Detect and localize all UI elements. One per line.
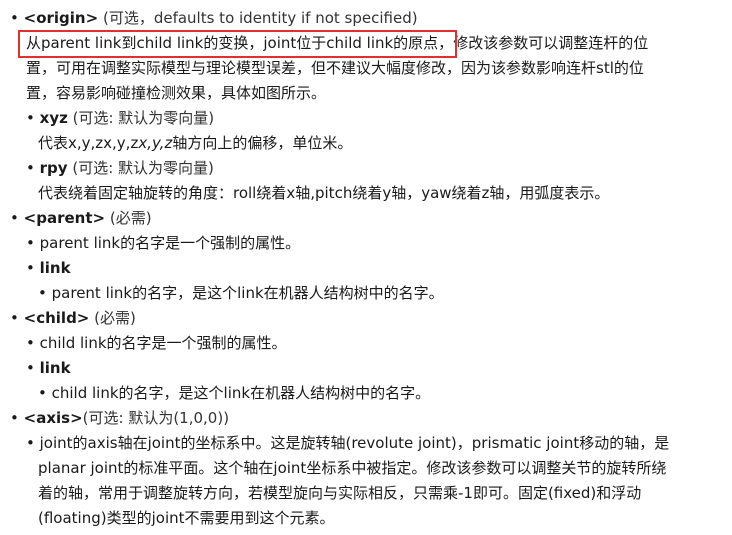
origin-note: (可选，defaults to identity if not specifie… (102, 9, 418, 27)
child-desc: • child link的名字是一个强制的属性。 (26, 332, 287, 354)
bullet: • (38, 284, 47, 302)
origin-desc-rest: 修改该参数可以调整连杆的位 (453, 34, 649, 52)
origin-desc-line2: 置，可用在调整实际模型与理论模型误差，但不建议大幅度修改，因为该参数影响连杆st… (26, 59, 644, 77)
xyz-name: xyz (39, 109, 68, 127)
origin-heading: • <origin> (可选，defaults to identity if n… (10, 7, 418, 29)
bullet: • (26, 234, 35, 252)
parent-link-desc: • parent link的名字，是这个link在机器人结构树中的名字。 (38, 282, 444, 304)
axis-note: (可选: 默认为(1,0,0)) (82, 409, 230, 427)
bullet: • (26, 259, 35, 277)
parent-link-desc-text: parent link的名字，是这个link在机器人结构树中的名字。 (51, 284, 444, 302)
bullet: • (26, 159, 35, 177)
axis-desc-line2: planar joint的标准平面。这个轴在joint坐标系中被指定。修改该参数… (38, 459, 667, 477)
parent-link-heading: • link (26, 257, 71, 279)
child-heading: • <child> (必需) (10, 307, 136, 329)
rpy-note: (可选: 默认为零向量) (72, 159, 214, 177)
axis-desc-line3: 着的轴，常用于调整旋转方向，若模型旋向与实际相反，只需乘-1即可。固定(fixe… (38, 484, 642, 502)
child-link-desc: • child link的名字，是这个link在机器人结构树中的名字。 (38, 382, 430, 404)
child-link-name: link (39, 359, 71, 377)
origin-tag: <origin> (23, 9, 99, 27)
xyz-heading: • xyz (可选: 默认为零向量) (26, 107, 214, 129)
bullet: • (26, 434, 35, 452)
parent-heading: • <parent> (必需) (10, 207, 152, 229)
origin-desc-line1: 从parent link到child link的变换，joint位于child … (26, 32, 648, 54)
child-link-heading: • link (26, 357, 71, 379)
parent-desc: • parent link的名字是一个强制的属性。 (26, 232, 300, 254)
xyz-desc-c: 轴方向上的偏移，单位米。 (172, 134, 353, 152)
bullet: • (26, 109, 35, 127)
origin-desc-line3: 置，容易影响碰撞检测效果，具体如图所示。 (26, 84, 327, 102)
rpy-heading: • rpy (可选: 默认为零向量) (26, 157, 214, 179)
child-tag: <child> (23, 309, 90, 327)
bullet: • (26, 359, 35, 377)
xyz-desc-b: x,y,z (138, 134, 173, 152)
parent-tag: <parent> (23, 209, 106, 227)
bullet: • (10, 9, 19, 27)
xyz-note: (可选: 默认为零向量) (72, 109, 215, 127)
axis-desc-line1: • joint的axis轴在joint的坐标系中。这是旋转轴(revolute … (26, 432, 669, 454)
axis-line1: joint的axis轴在joint的坐标系中。这是旋转轴(revolute jo… (39, 434, 670, 452)
bullet: • (10, 209, 19, 227)
parent-link-name: link (39, 259, 71, 277)
axis-heading: • <axis>(可选: 默认为(1,0,0)) (10, 407, 229, 429)
child-link-desc-text: child link的名字，是这个link在机器人结构树中的名字。 (51, 384, 431, 402)
child-note: (必需) (94, 309, 136, 327)
bullet: • (10, 409, 19, 427)
axis-tag: <axis> (23, 409, 83, 427)
xyz-desc-a: 代表x,y,zx,y,z (38, 134, 139, 152)
child-desc-text: child link的名字是一个强制的属性。 (39, 334, 287, 352)
xyz-desc: 代表x,y,zx,y,zx,y,z轴方向上的偏移，单位米。 (38, 132, 352, 154)
rpy-name: rpy (39, 159, 68, 177)
rpy-desc: 代表绕着固定轴旋转的角度：roll绕着x轴,pitch绕着y轴，yaw绕着z轴，… (38, 184, 610, 202)
bullet: • (26, 334, 35, 352)
origin-desc-highlighted: 从parent link到child link的变换，joint位于child … (26, 34, 454, 52)
parent-note: (必需) (109, 209, 152, 227)
parent-desc-text: parent link的名字是一个强制的属性。 (39, 234, 301, 252)
bullet: • (38, 384, 47, 402)
axis-desc-line4: (floating)类型的joint不需要用到这个元素。 (38, 509, 335, 527)
bullet: • (10, 309, 19, 327)
